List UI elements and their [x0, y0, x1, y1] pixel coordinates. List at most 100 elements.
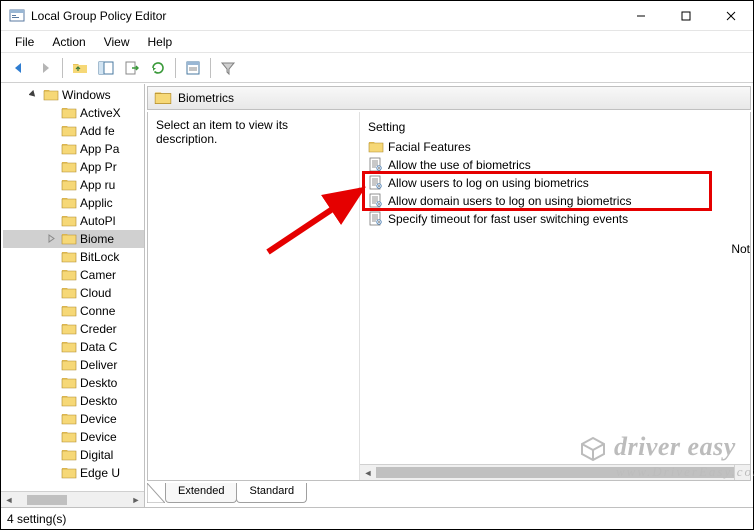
app-window: Local Group Policy Editor File Action Vi… [0, 0, 754, 530]
settings-list[interactable]: Setting Facial FeaturesAllow the use of … [360, 112, 750, 480]
description-column: Select an item to view its description. [148, 112, 360, 480]
tree-item[interactable]: Deliver [3, 356, 144, 374]
toolbar [1, 53, 753, 83]
tree-item[interactable]: App Pa [3, 140, 144, 158]
tree-item[interactable]: Applic [3, 194, 144, 212]
tree-item-label: App Pa [80, 142, 119, 156]
list-scrollbar-horizontal[interactable]: ◄ ► [360, 464, 734, 480]
tree-item[interactable]: Device [3, 428, 144, 446]
app-icon [9, 8, 25, 24]
details-content: Select an item to view its description. … [147, 112, 751, 481]
titlebar: Local Group Policy Editor [1, 1, 753, 31]
tree-root-label: Windows [62, 88, 111, 102]
tree-item-label: App Pr [80, 160, 117, 174]
setting-item[interactable]: Allow users to log on using biometrics [360, 174, 750, 192]
tree-root[interactable]: Windows [3, 86, 144, 104]
tree-item-label: Device [80, 430, 117, 444]
tree-item[interactable]: AutoPl [3, 212, 144, 230]
tree-item-label: Camer [80, 268, 116, 282]
window-controls [618, 1, 753, 30]
forward-button[interactable] [33, 56, 57, 80]
tree-item[interactable]: Device [3, 410, 144, 428]
tree-item[interactable]: ActiveX [3, 104, 144, 122]
menu-help[interactable]: Help [140, 33, 181, 51]
tree-item[interactable]: Digital [3, 446, 144, 464]
setting-item[interactable]: Specify timeout for fast user switching … [360, 210, 750, 228]
setting-label: Specify timeout for fast user switching … [388, 212, 628, 226]
back-button[interactable] [7, 56, 31, 80]
tree-item-label: Device [80, 412, 117, 426]
collapse-icon[interactable] [27, 90, 39, 101]
tree-item-label: Applic [80, 196, 113, 210]
tree-item-label: Conne [80, 304, 115, 318]
policy-icon [368, 211, 384, 227]
show-hide-tree-button[interactable] [94, 56, 118, 80]
scroll-left-icon[interactable]: ◄ [1, 495, 17, 505]
tree-item-label: BitLock [80, 250, 119, 264]
tree-item[interactable]: Deskto [3, 374, 144, 392]
folder-icon [154, 90, 172, 106]
setting-folder[interactable]: Facial Features [360, 138, 750, 156]
minimize-button[interactable] [618, 1, 663, 30]
column-header-setting[interactable]: Setting [360, 116, 750, 138]
status-text: 4 setting(s) [7, 512, 66, 526]
tree-item[interactable]: Creder [3, 320, 144, 338]
toolbar-separator [210, 58, 211, 78]
window-title: Local Group Policy Editor [31, 9, 618, 23]
tree-item-label: Edge U [80, 466, 120, 480]
body-area: Windows ActiveX Add fe App Pa App Pr App ru A… [1, 83, 753, 507]
tree-item[interactable]: Deskto [3, 392, 144, 410]
tree-item-label: Digital [80, 448, 113, 462]
details-header: Biometrics [147, 86, 751, 110]
policy-icon [368, 175, 384, 191]
details-tabs: Extended Standard [147, 483, 751, 505]
expand-icon[interactable] [45, 234, 57, 245]
up-button[interactable] [68, 56, 92, 80]
menubar: File Action View Help [1, 31, 753, 53]
description-prompt: Select an item to view its description. [156, 118, 288, 146]
scroll-thumb[interactable] [27, 495, 67, 505]
setting-item[interactable]: Allow the use of biometrics [360, 156, 750, 174]
tree-pane[interactable]: Windows ActiveX Add fe App Pa App Pr App ru A… [1, 84, 145, 507]
menu-action[interactable]: Action [44, 33, 93, 51]
tree-scrollbar-horizontal[interactable]: ◄ ► [1, 491, 144, 507]
tree-item[interactable]: App Pr [3, 158, 144, 176]
setting-item[interactable]: Allow domain users to log on using biome… [360, 192, 750, 210]
tab-extended[interactable]: Extended [165, 483, 237, 503]
setting-label: Allow users to log on using biometrics [388, 176, 589, 190]
tree-item[interactable]: Data C [3, 338, 144, 356]
toolbar-separator [62, 58, 63, 78]
menu-view[interactable]: View [96, 33, 138, 51]
export-button[interactable] [120, 56, 144, 80]
tree-item[interactable]: App ru [3, 176, 144, 194]
tree-item-label: Creder [80, 322, 117, 336]
maximize-button[interactable] [663, 1, 708, 30]
tree-item-label: AutoPl [80, 214, 115, 228]
folder-icon [368, 139, 384, 155]
menu-file[interactable]: File [7, 33, 42, 51]
tree-item[interactable]: Biome [3, 230, 144, 248]
tree-item-label: Add fe [80, 124, 115, 138]
column-header-state[interactable]: Not [731, 242, 750, 256]
tree-item[interactable]: Add fe [3, 122, 144, 140]
tree-item-label: ActiveX [80, 106, 121, 120]
tree-item[interactable]: Edge U [3, 464, 144, 482]
tree-item[interactable]: Cloud [3, 284, 144, 302]
tab-standard[interactable]: Standard [236, 483, 307, 503]
scroll-thumb[interactable] [376, 467, 736, 478]
statusbar: 4 setting(s) [1, 507, 753, 529]
setting-label: Allow domain users to log on using biome… [388, 194, 631, 208]
policy-icon [368, 157, 384, 173]
tree-item-label: App ru [80, 178, 115, 192]
properties-button[interactable] [181, 56, 205, 80]
tree-item-label: Deskto [80, 376, 117, 390]
close-button[interactable] [708, 1, 753, 30]
tree-item[interactable]: BitLock [3, 248, 144, 266]
tree-item[interactable]: Conne [3, 302, 144, 320]
filter-button[interactable] [216, 56, 240, 80]
refresh-button[interactable] [146, 56, 170, 80]
tree-item[interactable]: Camer [3, 266, 144, 284]
scroll-right-icon[interactable]: ► [128, 495, 144, 505]
policy-icon [368, 193, 384, 209]
scroll-left-icon[interactable]: ◄ [360, 468, 376, 478]
